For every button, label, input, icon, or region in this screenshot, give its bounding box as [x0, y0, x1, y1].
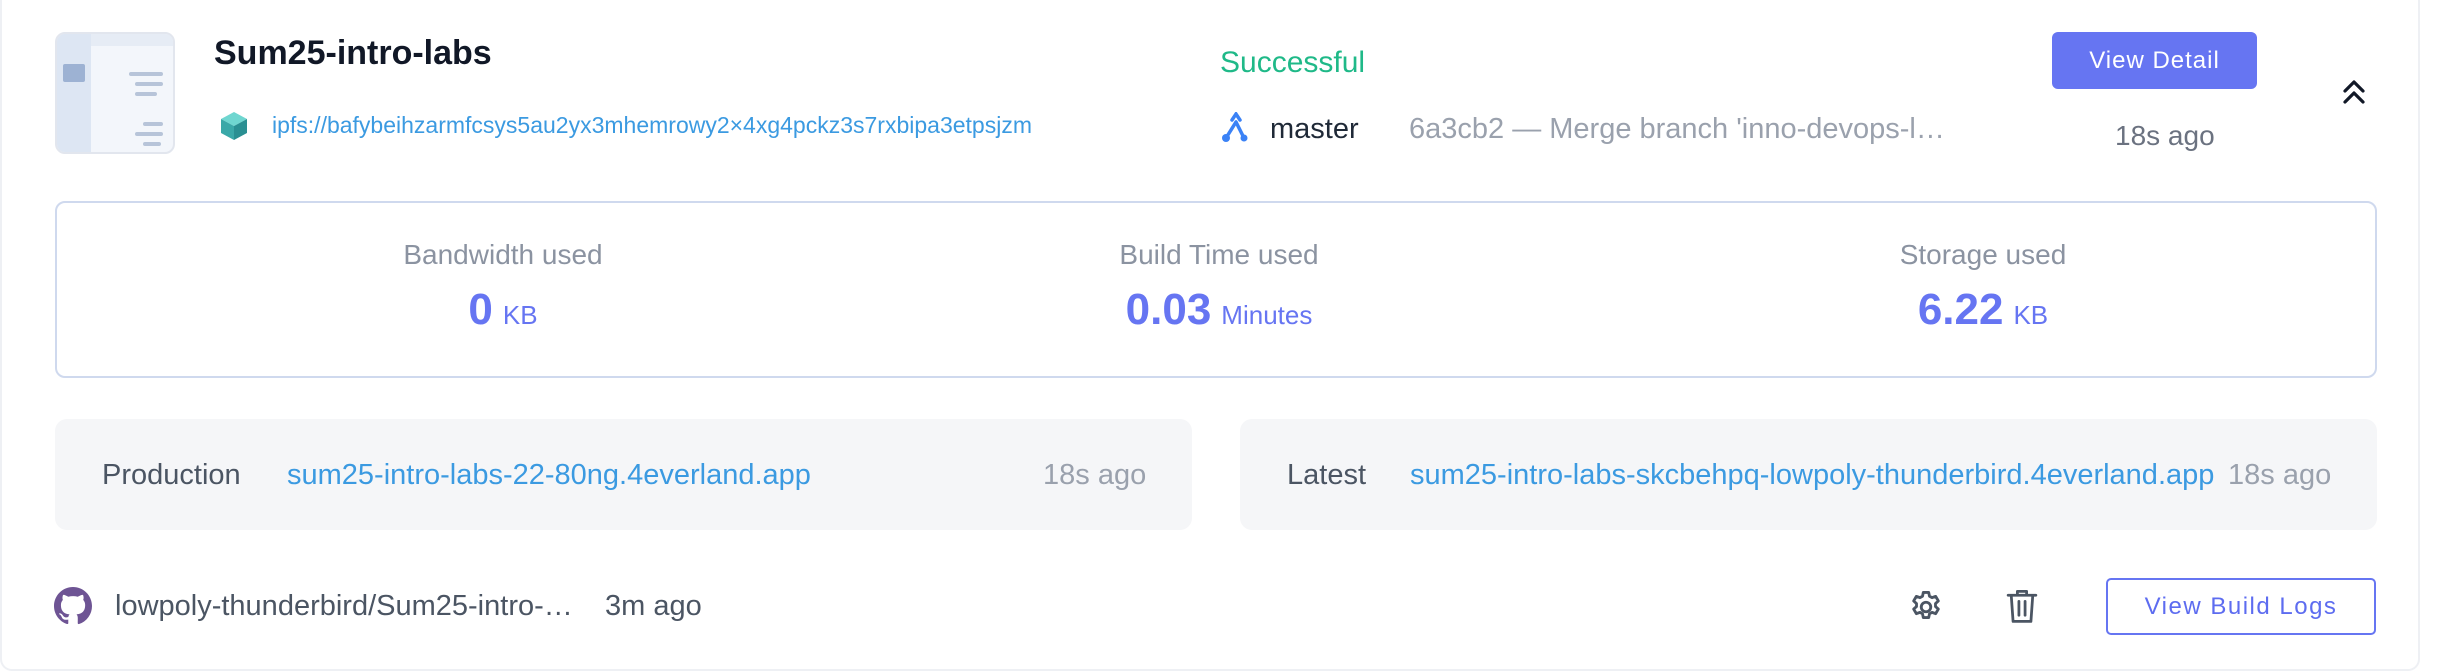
git-branch-icon [1222, 112, 1248, 142]
github-icon[interactable] [54, 587, 92, 625]
repo-link[interactable]: lowpoly-thunderbird/Sum25-intro-labs [115, 590, 575, 623]
chevron-double-up-icon[interactable] [2339, 75, 2369, 109]
thumbnail-sidebar [57, 34, 91, 152]
trash-icon[interactable] [2003, 586, 2041, 626]
thumbnail-line [143, 122, 163, 126]
latest-time: 18s ago [2228, 459, 2332, 491]
ipfs-link[interactable]: ipfs://bafybeihzarmfcsys5au2yx3mhemrowy2… [272, 112, 1032, 139]
thumbnail-tile [63, 64, 85, 82]
stat-storage: Storage used 6.22 KB [1683, 239, 2283, 335]
stat-number: 0.03 [1125, 285, 1212, 334]
latest-url-link[interactable]: sum25-intro-labs-skcbehpq-lowpoly-thunde… [1410, 459, 2228, 492]
stat-number: 0 [468, 285, 493, 334]
latest-domain-box: Latest sum25-intro-labs-skcbehpq-lowpoly… [1240, 419, 2377, 530]
production-label: Production [102, 459, 241, 491]
project-thumbnail[interactable] [55, 32, 175, 154]
repo-time: 3m ago [605, 590, 702, 622]
branch-name[interactable]: master [1270, 113, 1359, 146]
project-title[interactable]: Sum25-intro-labs [214, 34, 492, 73]
view-build-logs-button[interactable]: View Build Logs [2106, 578, 2376, 635]
stat-value-row: 0.03 Minutes [919, 285, 1519, 335]
stat-unit: KB [2013, 300, 2049, 330]
stat-unit: Minutes [1221, 300, 1313, 330]
latest-label: Latest [1287, 459, 1366, 491]
thumbnail-line [129, 72, 163, 76]
stat-unit: KB [502, 300, 538, 330]
usage-stats-panel: Bandwidth used 0 KB Build Time used 0.03 M… [55, 201, 2377, 378]
stat-label: Storage used [1899, 239, 2067, 270]
updated-time: 18s ago [2115, 120, 2215, 151]
project-card: Sum25-intro-labs ipfs://bafybeihzarmfcsy… [0, 0, 2420, 671]
thumbnail-line [143, 142, 161, 146]
stat-label: Bandwidth used [403, 239, 603, 270]
deploy-status: Successful [1220, 46, 1366, 79]
stat-number: 6.22 [1917, 285, 2004, 334]
commit-message[interactable]: 6a3cb2 — Merge branch 'inno-devops-labs:… [1409, 113, 1949, 146]
stat-label: Build Time used [1119, 239, 1319, 270]
gear-icon[interactable] [1907, 588, 1945, 626]
thumbnail-line [135, 82, 163, 86]
production-url-link[interactable]: sum25-intro-labs-22-80ng.4everland.app [287, 459, 847, 492]
view-detail-button[interactable]: View Detail [2052, 32, 2257, 89]
stat-value-row: 6.22 KB [1683, 285, 2283, 335]
stat-bandwidth: Bandwidth used 0 KB [203, 239, 803, 335]
cube-icon [221, 112, 247, 140]
stat-value-row: 0 KB [203, 285, 803, 335]
production-time: 18s ago [1043, 459, 1147, 491]
production-domain-box: Production sum25-intro-labs-22-80ng.4eve… [55, 419, 1192, 530]
stat-build-time: Build Time used 0.03 Minutes [919, 239, 1519, 335]
thumbnail-line [135, 132, 163, 136]
thumbnail-line [135, 92, 157, 96]
